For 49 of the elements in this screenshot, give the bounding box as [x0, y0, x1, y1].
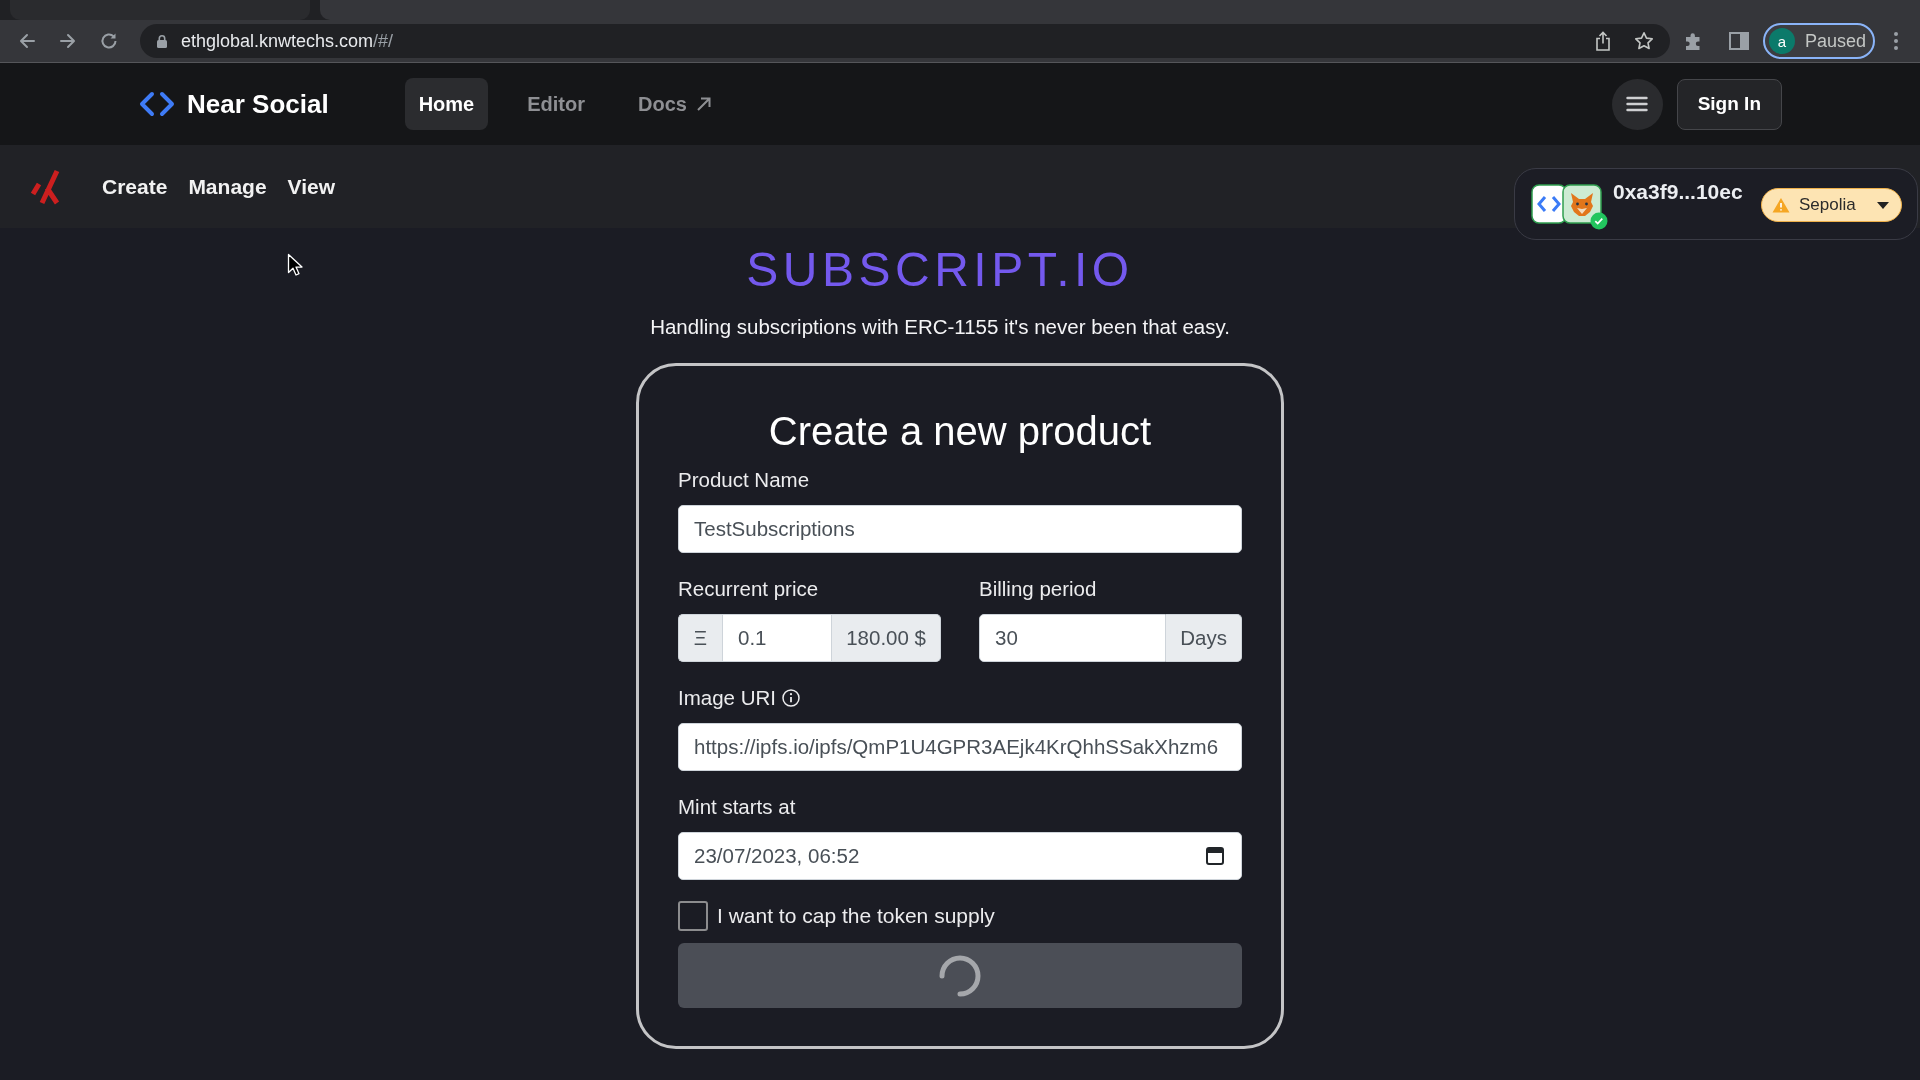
text-field[interactable]: 0.1 [722, 614, 833, 662]
nav-link[interactable]: Home [404, 78, 489, 130]
spinner-icon [938, 953, 982, 998]
text-field[interactable]: TestSubscriptions [678, 505, 1242, 553]
menu-icon [1626, 96, 1649, 112]
app-title: SUBSCRIPT.IO [746, 242, 1134, 298]
date-field[interactable]: 23/07/2023, 06:52 [678, 832, 1242, 880]
sign-in-button[interactable]: Sign In [1676, 78, 1782, 130]
fox-tile-icon [1562, 184, 1602, 224]
more-icon[interactable] [1893, 31, 1899, 51]
form-title: Create a new product [767, 408, 1153, 454]
caret-icon [1877, 201, 1889, 209]
field-label: Billing period [979, 577, 1097, 601]
input-addon: 180.00 $ [832, 614, 941, 662]
star-icon[interactable] [1634, 31, 1654, 51]
side-panel-icon[interactable] [1729, 32, 1749, 50]
input-addon: Ξ [678, 614, 722, 662]
field-label: Recurrent price [678, 577, 819, 601]
cursor-icon [287, 253, 303, 277]
nav-link[interactable]: Editor [513, 78, 599, 130]
text-field[interactable]: 30 [979, 614, 1167, 662]
wallet-address: 0xa3f9...10ec [1613, 180, 1743, 204]
reload-icon[interactable] [99, 31, 119, 51]
brand-name[interactable]: Near Social [187, 88, 329, 120]
address-text[interactable]: ethglobal.knwtechs.com/#/ [181, 30, 394, 52]
app-tagline: Handling subscriptions with ERC-1155 it's never been that easy. [650, 314, 1230, 340]
avatar: a [1769, 28, 1795, 54]
checkbox[interactable] [678, 901, 708, 931]
text-field[interactable]: https://ipfs.io/ipfs/QmP1U4GPR3AEjk4KrQhhSSakXhzm6 [678, 723, 1242, 771]
network-button[interactable]: Sepolia [1761, 188, 1902, 222]
lock-icon [156, 34, 168, 48]
checkbox-label: I want to cap the token supply [717, 904, 995, 928]
back-icon[interactable] [17, 31, 37, 51]
input-addon: Days [1166, 614, 1242, 662]
info-icon[interactable] [782, 689, 800, 707]
profile-button[interactable]: a Paused [1763, 23, 1875, 59]
nav-link[interactable]: Manage [188, 174, 267, 199]
address-bar[interactable]: ethglobal.knwtechs.com/#/ [140, 24, 1670, 58]
share-icon[interactable] [1594, 31, 1612, 51]
field-label: Image URI [678, 686, 776, 710]
nav-link[interactable]: Create [102, 174, 168, 199]
nav-link[interactable]: Docs [624, 78, 726, 130]
field-label: Product Name [678, 468, 810, 492]
code-tile-icon [1531, 184, 1567, 224]
forward-icon[interactable] [58, 31, 78, 51]
field-label: Mint starts at [678, 795, 796, 819]
nav-link[interactable]: View [287, 174, 336, 199]
logo-icon[interactable] [138, 91, 176, 117]
calendar-icon[interactable] [1206, 846, 1224, 865]
